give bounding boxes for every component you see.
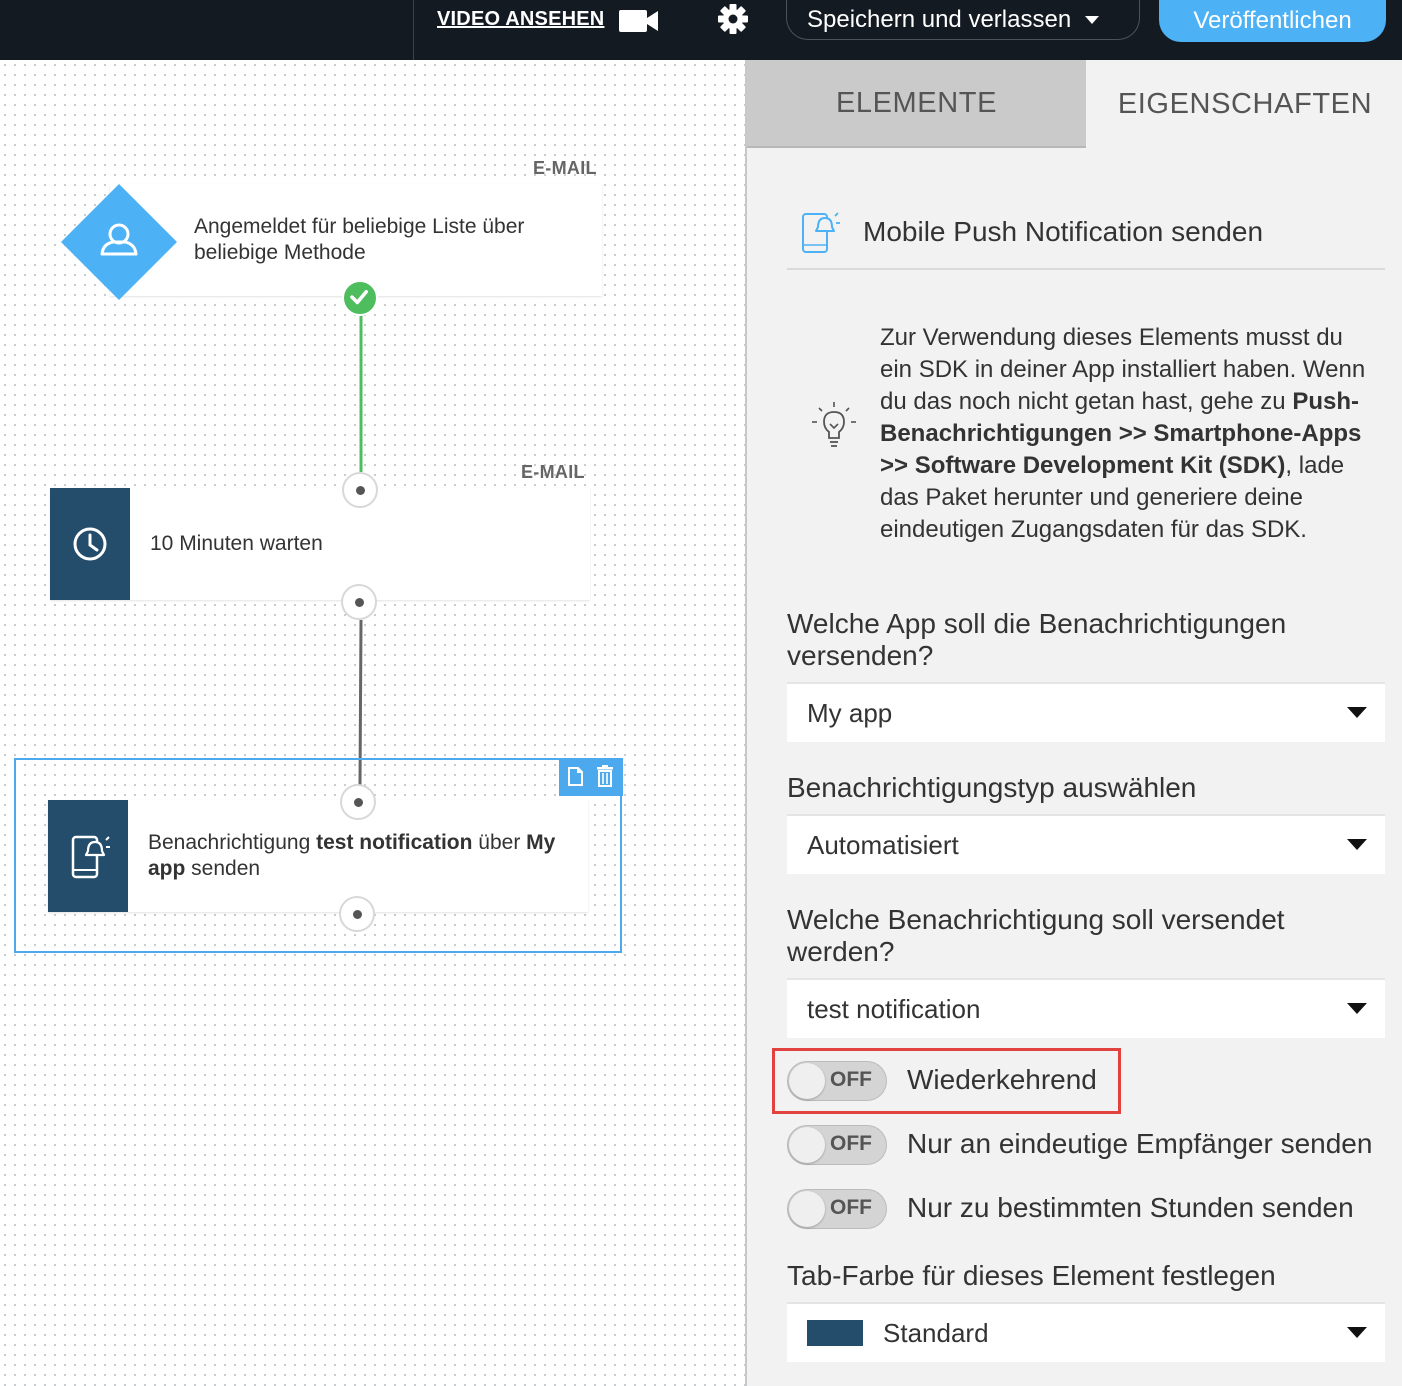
notification-select-value: test notification [807,993,981,1024]
save-and-exit-label: Speichern und verlassen [807,5,1072,33]
toggle-state: OFF [830,1132,872,1155]
tab-properties[interactable]: EIGENSCHAFTEN [1086,60,1402,148]
app-select-label: Welche App soll die Benachrichtigungen v… [787,608,1287,671]
app-select[interactable]: My app [787,682,1385,742]
tab-color-swatch [807,1320,863,1346]
specific-hours-toggle[interactable]: OFF [787,1189,887,1229]
node-input-connector[interactable] [340,784,376,820]
unique-recipients-label: Nur an eindeutige Empfänger senden [907,1128,1373,1159]
recurring-label: Wiederkehrend [907,1064,1097,1095]
push-notification-node[interactable]: Benachrichtigung test notification über … [48,800,588,912]
gear-icon[interactable] [716,2,750,36]
tab-elements[interactable]: ELEMENTE [747,60,1086,148]
wait-node-icon-tile [50,488,130,600]
wait-node[interactable]: 10 Minuten warten [50,488,590,600]
topbar-divider [413,0,414,60]
node-output-connector[interactable] [339,896,375,932]
unique-recipients-toggle[interactable]: OFF [787,1125,887,1165]
mobile-push-icon [802,212,840,253]
watch-video-link[interactable]: VIDEO ANSEHEN [437,8,604,31]
mobile-push-icon [71,835,110,879]
chevron-down-icon [1347,1327,1367,1338]
notification-type-label: Benachrichtigungstyp auswählen [787,772,1197,803]
chevron-down-icon [1347,839,1367,850]
video-camera-icon[interactable] [618,8,660,34]
sdk-info-text: Zur Verwendung dieses Elements musst du … [880,324,1366,543]
panel-title-divider [787,268,1385,270]
trash-icon [597,765,613,787]
trigger-node-text: Angemeldet für beliebige Liste über beli… [194,215,525,264]
top-bar: VIDEO ANSEHEN Speichern und verlassen Ve… [0,0,1402,60]
toggle-state: OFF [830,1196,872,1219]
tab-color-label: Tab-Farbe für dieses Element festlegen [787,1260,1276,1291]
node-toolbar [559,758,623,796]
node-output-connector[interactable] [341,584,377,620]
toggle-knob [789,1063,825,1099]
notification-select[interactable]: test notification [787,978,1385,1038]
workflow-canvas[interactable]: E-MAIL Angemeldet für beliebige Liste üb… [0,60,745,1386]
node-input-connector[interactable] [342,472,378,508]
user-icon [61,184,177,300]
clock-icon [73,527,107,561]
checkmark-icon [350,290,368,305]
push-node-text: Benachrichtigung test notification über … [148,831,556,880]
chevron-down-icon [1085,15,1100,24]
toggle-knob [789,1191,825,1227]
tab-color-select[interactable]: Standard [787,1302,1385,1362]
properties-panel: ELEMENTE EIGENSCHAFTEN Mobile Push Notif… [745,60,1402,1386]
specific-hours-label: Nur zu bestimmten Stunden senden [907,1192,1354,1223]
chevron-down-icon [1347,707,1367,718]
toggle-state: OFF [830,1068,872,1091]
wait-node-text: 10 Minuten warten [150,532,323,555]
duplicate-icon [568,767,583,786]
node-badge-email: E-MAIL [533,158,597,178]
app-select-value: My app [807,697,893,728]
notification-type-value: Automatisiert [807,829,959,860]
trigger-node[interactable]: Angemeldet für beliebige Liste über beli… [110,184,602,296]
push-node-icon-tile [48,800,128,912]
node-badge-email-2: E-MAIL [521,462,585,482]
tab-color-value: Standard [883,1317,989,1348]
panel-title: Mobile Push Notification senden [863,216,1264,247]
toggle-knob [789,1127,825,1163]
publish-button[interactable]: Veröffentlichen [1159,0,1386,42]
notification-select-label: Welche Benachrichtigung soll versendet w… [787,904,1285,967]
lightbulb-icon [812,402,856,447]
node-toolbar-icons [568,765,613,787]
notification-type-select[interactable]: Automatisiert [787,814,1385,874]
chevron-down-icon [1347,1003,1367,1014]
save-and-exit-button[interactable]: Speichern und verlassen [786,0,1140,40]
node-success-check [342,280,378,316]
recurring-toggle[interactable]: OFF [787,1061,887,1101]
